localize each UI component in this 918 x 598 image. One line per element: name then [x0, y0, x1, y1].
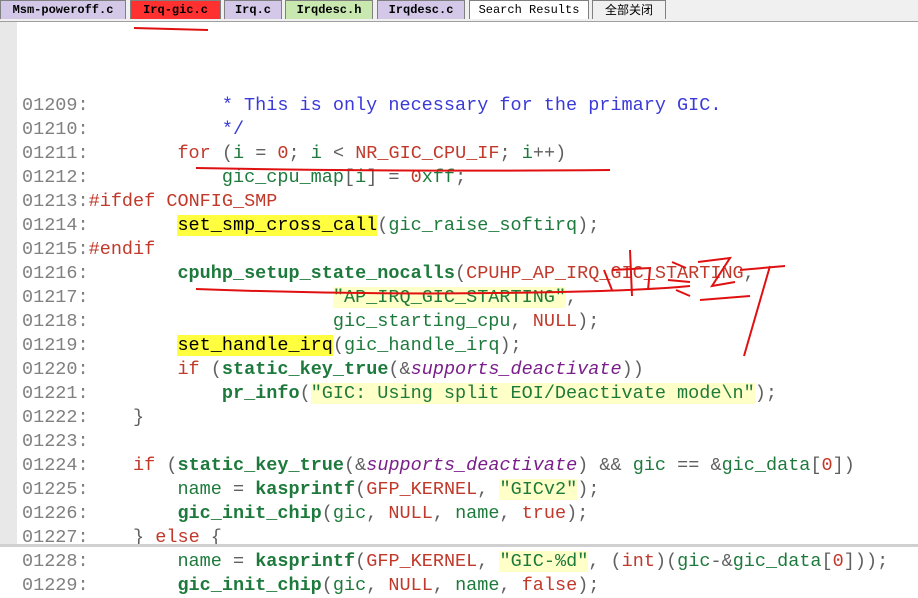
code-line[interactable]: 01224: if (static_key_true(&supports_dea…	[22, 454, 888, 478]
line-number: 01216:	[22, 263, 89, 284]
code-text: pr_info("GIC: Using split EOI/Deactivate…	[221, 383, 777, 404]
line-number: 01212:	[22, 167, 89, 188]
code-text: #ifdef CONFIG_SMP	[88, 191, 278, 212]
code-line[interactable]: 01223:	[22, 430, 888, 454]
code-line[interactable]: 01225: name = kasprintf(GFP_KERNEL, "GIC…	[22, 478, 888, 502]
line-number: 01229:	[22, 575, 89, 596]
line-number: 01218:	[22, 311, 89, 332]
line-number: 01217:	[22, 287, 89, 308]
line-number: 01213:	[22, 191, 89, 212]
code-text: gic_starting_cpu, NULL);	[332, 311, 600, 332]
tab-irq-gic[interactable]: Irq-gic.c	[130, 0, 221, 19]
code-text: name = kasprintf(GFP_KERNEL, "GIC-%d", (…	[177, 551, 889, 572]
line-number: 01226:	[22, 503, 89, 524]
code-line[interactable]: 01221: pr_info("GIC: Using split EOI/Dea…	[22, 382, 888, 406]
code-line[interactable]: 01220: if (static_key_true(&supports_dea…	[22, 358, 888, 382]
code-line[interactable]: 01215:#endif	[22, 238, 888, 262]
line-number: 01209:	[22, 95, 89, 116]
line-number: 01214:	[22, 215, 89, 236]
line-number: 01225:	[22, 479, 89, 500]
code-line[interactable]: 01226: gic_init_chip(gic, NULL, name, tr…	[22, 502, 888, 526]
tab-msm-poweroff[interactable]: Msm-poweroff.c	[0, 0, 126, 19]
line-number: 01210:	[22, 119, 89, 140]
code-text: #endif	[88, 239, 156, 260]
close-all-button[interactable]: 全部关闭	[592, 0, 666, 19]
line-number: 01219:	[22, 335, 89, 356]
code-text: gic_cpu_map[i] = 0xff;	[221, 167, 467, 188]
code-line[interactable]: 01216: cpuhp_setup_state_nocalls(CPUHP_A…	[22, 262, 888, 286]
tab-irqdesc-c[interactable]: Irqdesc.c	[377, 0, 465, 19]
tab-search-results[interactable]: Search Results	[469, 0, 589, 19]
code-text: gic_init_chip(gic, NULL, name, true);	[177, 503, 589, 524]
code-line[interactable]: 01211: for (i = 0; i < NR_GIC_CPU_IF; i+…	[22, 142, 888, 166]
code-line[interactable]: 01209: * This is only necessary for the …	[22, 94, 888, 118]
line-number: 01220:	[22, 359, 89, 380]
line-number: 01228:	[22, 551, 89, 572]
editor-gutter	[0, 22, 17, 547]
code-text: gic_init_chip(gic, NULL, name, false);	[177, 575, 600, 596]
code-line[interactable]: 01212: gic_cpu_map[i] = 0xff;	[22, 166, 888, 190]
code-line[interactable]: 01210: */	[22, 118, 888, 142]
code-text: }	[133, 407, 145, 428]
code-text: name = kasprintf(GFP_KERNEL, "GICv2");	[177, 479, 600, 500]
code-text: * This is only necessary for the primary…	[88, 95, 722, 116]
code-line[interactable]: 01219: set_handle_irq(gic_handle_irq);	[22, 334, 888, 358]
code-line[interactable]: 01213:#ifdef CONFIG_SMP	[22, 190, 888, 214]
line-number: 01211:	[22, 143, 89, 164]
code-text: if (static_key_true(&supports_deactivate…	[133, 455, 855, 476]
code-line[interactable]: 01229: gic_init_chip(gic, NULL, name, fa…	[22, 574, 888, 598]
line-number: 01221:	[22, 383, 89, 404]
code-editor[interactable]: 01209: * This is only necessary for the …	[0, 22, 918, 596]
code-text: for (i = 0; i < NR_GIC_CPU_IF; i++)	[177, 143, 567, 164]
code-text: if (static_key_true(&supports_deactivate…	[177, 359, 644, 380]
code-text: set_handle_irq(gic_handle_irq);	[177, 335, 522, 356]
code-text: set_smp_cross_call(gic_raise_softirq);	[177, 215, 600, 236]
code-line[interactable]: 01228: name = kasprintf(GFP_KERNEL, "GIC…	[22, 550, 888, 574]
line-number: 01222:	[22, 407, 89, 428]
tab-irqdesc-h[interactable]: Irqdesc.h	[285, 0, 373, 19]
code-line[interactable]: 01222: }	[22, 406, 888, 430]
code-line[interactable]: 01218: gic_starting_cpu, NULL);	[22, 310, 888, 334]
tab-irq[interactable]: Irq.c	[224, 0, 282, 19]
code-line[interactable]: 01214: set_smp_cross_call(gic_raise_soft…	[22, 214, 888, 238]
code-text: "AP_IRQ_GIC_STARTING",	[332, 287, 578, 308]
code-text: */	[88, 119, 245, 140]
line-number: 01223:	[22, 431, 89, 452]
line-number: 01215:	[22, 239, 89, 260]
tab-bar: Msm-poweroff.c Irq-gic.c Irq.c Irqdesc.h…	[0, 0, 918, 22]
line-number: 01224:	[22, 455, 89, 476]
code-text: cpuhp_setup_state_nocalls(CPUHP_AP_IRQ_G…	[177, 263, 755, 284]
code-area[interactable]: 01209: * This is only necessary for the …	[22, 22, 888, 598]
code-line[interactable]: 01217: "AP_IRQ_GIC_STARTING",	[22, 286, 888, 310]
